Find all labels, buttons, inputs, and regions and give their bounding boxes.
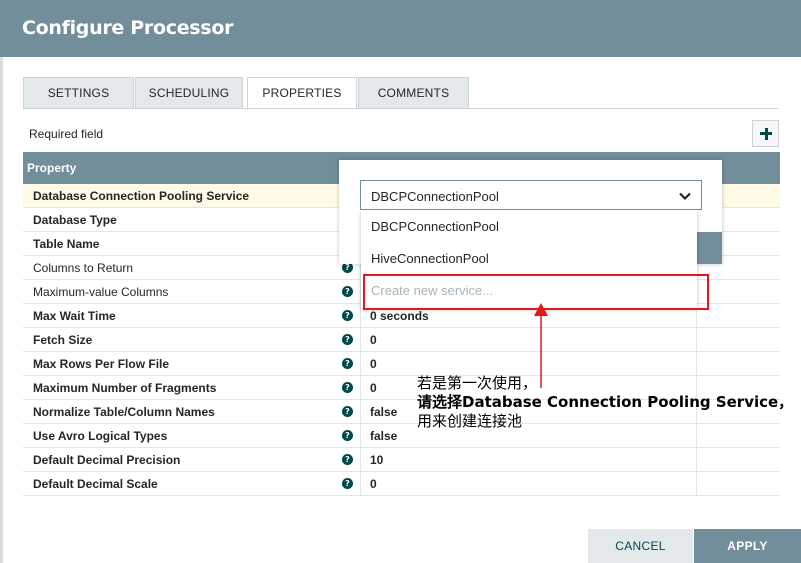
tab-divider [23,108,778,109]
annotation-line-1: 若是第一次使用， [417,374,538,392]
help-icon[interactable]: ? [342,310,353,321]
dialog-title: Configure Processor [22,17,234,39]
tab-properties[interactable]: PROPERTIES [247,77,357,110]
property-value[interactable]: 0 [370,477,377,491]
help-icon[interactable]: ? [342,454,353,465]
help-icon[interactable]: ? [342,358,353,369]
annotation-line-2: 请选择Database Connection Pooling Service， [417,393,794,411]
property-name: Columns to Return [33,261,134,275]
help-icon[interactable]: ? [342,430,353,441]
select-value: DBCPConnectionPool [371,189,499,204]
add-property-button[interactable] [752,120,779,147]
help-icon[interactable]: ? [342,406,353,417]
property-name: Fetch Size [33,333,93,347]
table-row[interactable]: Default Decimal Precision? 10 [23,448,780,472]
option-hive[interactable]: HiveConnectionPool [361,242,697,274]
table-row[interactable]: Max Rows Per Flow File? 0 [23,352,780,376]
tab-comments[interactable]: COMMENTS [358,77,469,109]
tab-settings[interactable]: SETTINGS [23,77,134,109]
table-row[interactable]: Fetch Size? 0 [23,328,780,352]
property-name: Maximum Number of Fragments [33,381,217,395]
annotation-line-3: 用来创建连接池 [417,412,523,430]
property-name: Normalize Table/Column Names [33,405,215,419]
property-column-header: Property [27,161,77,175]
annotation-note: 若是第一次使用， 请选择Database Connection Pooling … [417,374,793,431]
property-name: Max Rows Per Flow File [33,357,170,371]
property-name: Database Type [33,213,117,227]
required-field-label: Required field [29,127,104,141]
cancel-button[interactable]: CANCEL [588,529,693,563]
chevron-down-icon [679,192,691,201]
property-value[interactable]: 0 seconds [370,309,429,323]
help-icon[interactable]: ? [342,334,353,345]
property-value[interactable]: 10 [370,453,383,467]
property-value[interactable]: 0 [370,357,377,371]
property-name: Default Decimal Scale [33,477,158,491]
help-icon[interactable]: ? [342,382,353,393]
option-dbcp[interactable]: DBCPConnectionPool [361,210,697,242]
property-name: Use Avro Logical Types [33,429,168,443]
help-icon[interactable]: ? [342,478,353,489]
tab-scheduling[interactable]: SCHEDULING [135,77,243,109]
property-value[interactable]: 0 [370,333,377,347]
property-name: Table Name [33,237,100,251]
property-value[interactable]: false [370,429,397,443]
property-value[interactable]: false [370,405,397,419]
property-value[interactable]: 0 [370,381,377,395]
dialog-header: Configure Processor [0,0,801,57]
service-select[interactable]: DBCPConnectionPool [360,180,702,210]
property-name: Max Wait Time [33,309,116,323]
left-shadow [0,57,3,563]
apply-button[interactable]: APPLY [694,529,801,563]
help-icon[interactable]: ? [342,286,353,297]
property-name: Database Connection Pooling Service [33,189,250,203]
property-name: Maximum-value Columns [33,285,169,299]
table-row[interactable]: Default Decimal Scale? 0 [23,472,780,496]
property-name: Default Decimal Precision [33,453,181,467]
